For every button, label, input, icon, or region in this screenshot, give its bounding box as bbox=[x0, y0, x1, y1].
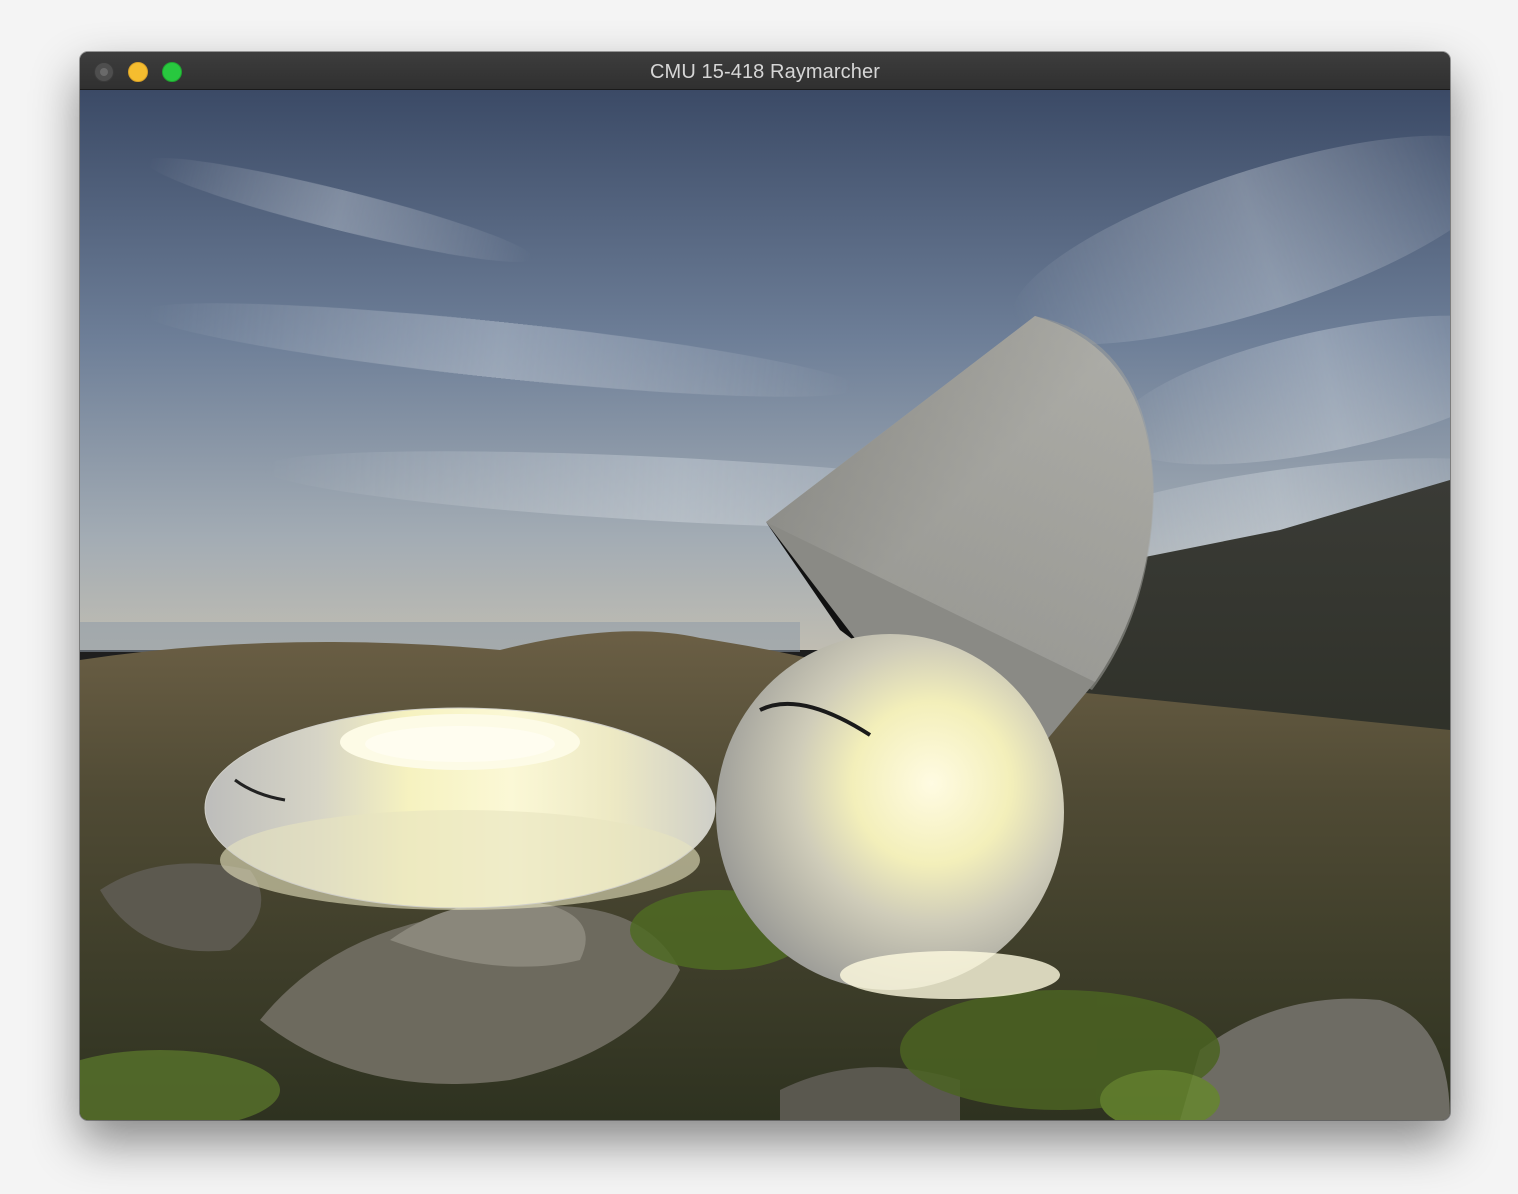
render-canvas[interactable] bbox=[80, 90, 1450, 1120]
torus-object bbox=[204, 707, 716, 910]
window-title: CMU 15-418 Raymarcher bbox=[650, 61, 880, 83]
title-bar[interactable]: CMU 15-418 Raymarcher bbox=[80, 52, 1450, 90]
app-window: CMU 15-418 Raymarcher bbox=[80, 52, 1450, 1120]
render-viewport[interactable] bbox=[80, 90, 1450, 1120]
